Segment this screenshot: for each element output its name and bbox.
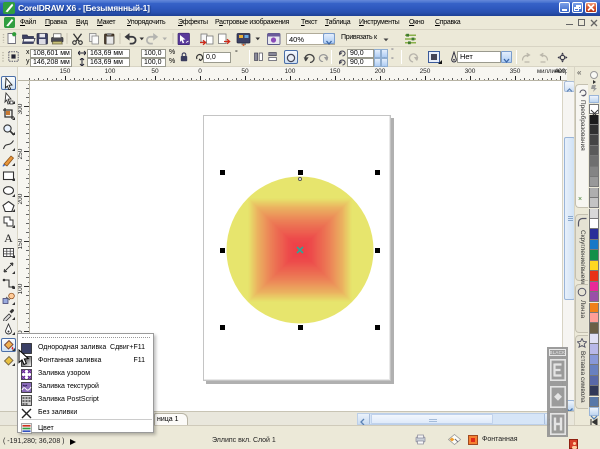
svg-text:A: A	[4, 231, 13, 244]
